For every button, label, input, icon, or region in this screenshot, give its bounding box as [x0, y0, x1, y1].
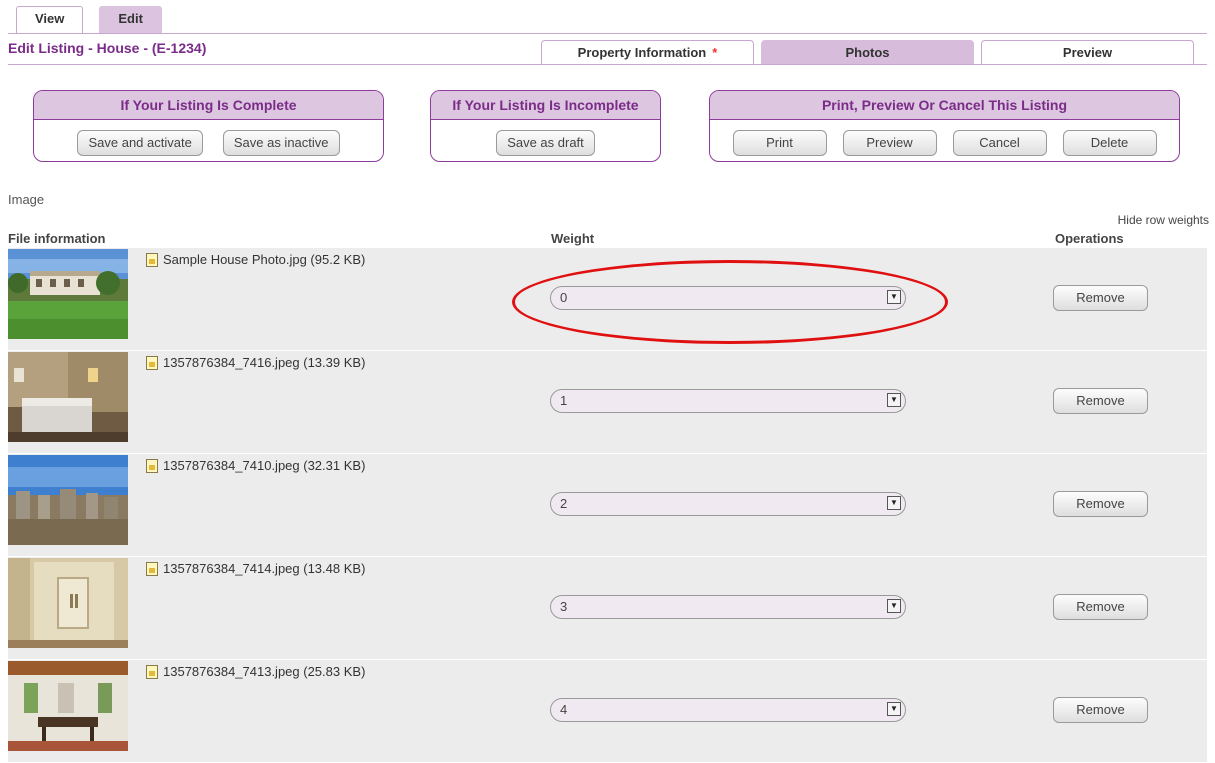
save-as-draft-button[interactable]: Save as draft — [496, 130, 595, 156]
remove-button[interactable]: Remove — [1053, 491, 1148, 517]
file-name[interactable]: 1357876384_7416.jpeg (13.39 KB) — [163, 355, 365, 370]
table-row: 1357876384_7410.jpeg (32.31 KB) 2 ▼ Remo… — [8, 454, 1207, 557]
incomplete-group-title: If Your Listing Is Incomplete — [431, 91, 660, 120]
weight-value: 3 — [560, 599, 568, 614]
table-row: 1357876384_7413.jpeg (25.83 KB) 4 ▼ Remo… — [8, 660, 1207, 763]
file-info: 1357876384_7416.jpeg (13.39 KB) — [146, 355, 365, 370]
file-name[interactable]: Sample House Photo.jpg (95.2 KB) — [163, 252, 365, 267]
file-info: 1357876384_7410.jpeg (32.31 KB) — [146, 458, 365, 473]
table-row: Sample House Photo.jpg (95.2 KB) 0 ▼ Rem… — [8, 248, 1207, 351]
weight-select[interactable]: 1 ▼ — [550, 389, 906, 413]
photo-thumbnail — [8, 455, 128, 545]
chevron-down-icon: ▼ — [887, 393, 901, 407]
remove-button[interactable]: Remove — [1053, 697, 1148, 723]
file-info: 1357876384_7413.jpeg (25.83 KB) — [146, 664, 365, 679]
file-info: 1357876384_7414.jpeg (13.48 KB) — [146, 561, 365, 576]
image-file-icon — [146, 561, 158, 576]
tab-divider — [8, 33, 1207, 34]
column-operations: Operations — [1055, 231, 1124, 246]
weight-value: 4 — [560, 702, 568, 717]
mode-tabs: View Edit — [16, 6, 162, 34]
required-marker: * — [712, 45, 718, 60]
image-file-icon — [146, 355, 158, 370]
weight-select[interactable]: 4 ▼ — [550, 698, 906, 722]
tab-property-information[interactable]: Property Information * — [541, 40, 754, 65]
incomplete-listing-group: If Your Listing Is Incomplete Save as dr… — [430, 90, 661, 162]
photos-table: Sample House Photo.jpg (95.2 KB) 0 ▼ Rem… — [8, 248, 1207, 763]
column-file-information: File information — [8, 231, 106, 246]
print-preview-cancel-group: Print, Preview Or Cancel This Listing Pr… — [709, 90, 1180, 162]
file-name[interactable]: 1357876384_7413.jpeg (25.83 KB) — [163, 664, 365, 679]
remove-button[interactable]: Remove — [1053, 285, 1148, 311]
photo-thumbnail — [8, 352, 128, 442]
image-field-label: Image — [8, 192, 45, 207]
image-file-icon — [146, 252, 158, 267]
weight-select[interactable]: 0 ▼ — [550, 286, 906, 310]
table-row: 1357876384_7416.jpeg (13.39 KB) 1 ▼ Remo… — [8, 351, 1207, 454]
save-as-inactive-button[interactable]: Save as inactive — [222, 130, 340, 156]
image-file-icon — [146, 458, 158, 473]
hide-row-weights-link[interactable]: Hide row weights — [1118, 213, 1209, 227]
photo-thumbnail — [8, 558, 128, 648]
section-divider — [8, 64, 1207, 65]
page-title: Edit Listing - House - (E-1234) — [8, 40, 207, 56]
complete-group-title: If Your Listing Is Complete — [34, 91, 383, 120]
save-and-activate-button[interactable]: Save and activate — [77, 130, 203, 156]
weight-select[interactable]: 2 ▼ — [550, 492, 906, 516]
remove-button[interactable]: Remove — [1053, 388, 1148, 414]
table-row: 1357876384_7414.jpeg (13.48 KB) 3 ▼ Remo… — [8, 557, 1207, 660]
tab-preview[interactable]: Preview — [981, 40, 1194, 65]
remove-button[interactable]: Remove — [1053, 594, 1148, 620]
file-name[interactable]: 1357876384_7414.jpeg (13.48 KB) — [163, 561, 365, 576]
tab-photos[interactable]: Photos — [761, 40, 974, 65]
chevron-down-icon: ▼ — [887, 599, 901, 613]
tab-view[interactable]: View — [16, 6, 84, 33]
cancel-button[interactable]: Cancel — [952, 130, 1047, 156]
tab-edit[interactable]: Edit — [99, 6, 162, 33]
file-name[interactable]: 1357876384_7410.jpeg (32.31 KB) — [163, 458, 365, 473]
photo-thumbnail — [8, 661, 128, 751]
tab-property-information-label: Property Information — [577, 45, 707, 60]
file-info: Sample House Photo.jpg (95.2 KB) — [146, 252, 365, 267]
delete-button[interactable]: Delete — [1062, 130, 1157, 156]
chevron-down-icon: ▼ — [887, 290, 901, 304]
listing-sections-tabs: Property Information * Photos Preview — [541, 40, 1194, 65]
column-weight: Weight — [551, 231, 595, 246]
photo-thumbnail — [8, 249, 128, 339]
complete-listing-group: If Your Listing Is Complete Save and act… — [33, 90, 384, 162]
preview-button[interactable]: Preview — [842, 130, 937, 156]
weight-value: 0 — [560, 290, 568, 305]
chevron-down-icon: ▼ — [887, 496, 901, 510]
weight-value: 1 — [560, 393, 568, 408]
chevron-down-icon: ▼ — [887, 702, 901, 716]
image-file-icon — [146, 664, 158, 679]
print-group-title: Print, Preview Or Cancel This Listing — [710, 91, 1179, 120]
weight-select[interactable]: 3 ▼ — [550, 595, 906, 619]
weight-value: 2 — [560, 496, 568, 511]
print-button[interactable]: Print — [732, 130, 827, 156]
